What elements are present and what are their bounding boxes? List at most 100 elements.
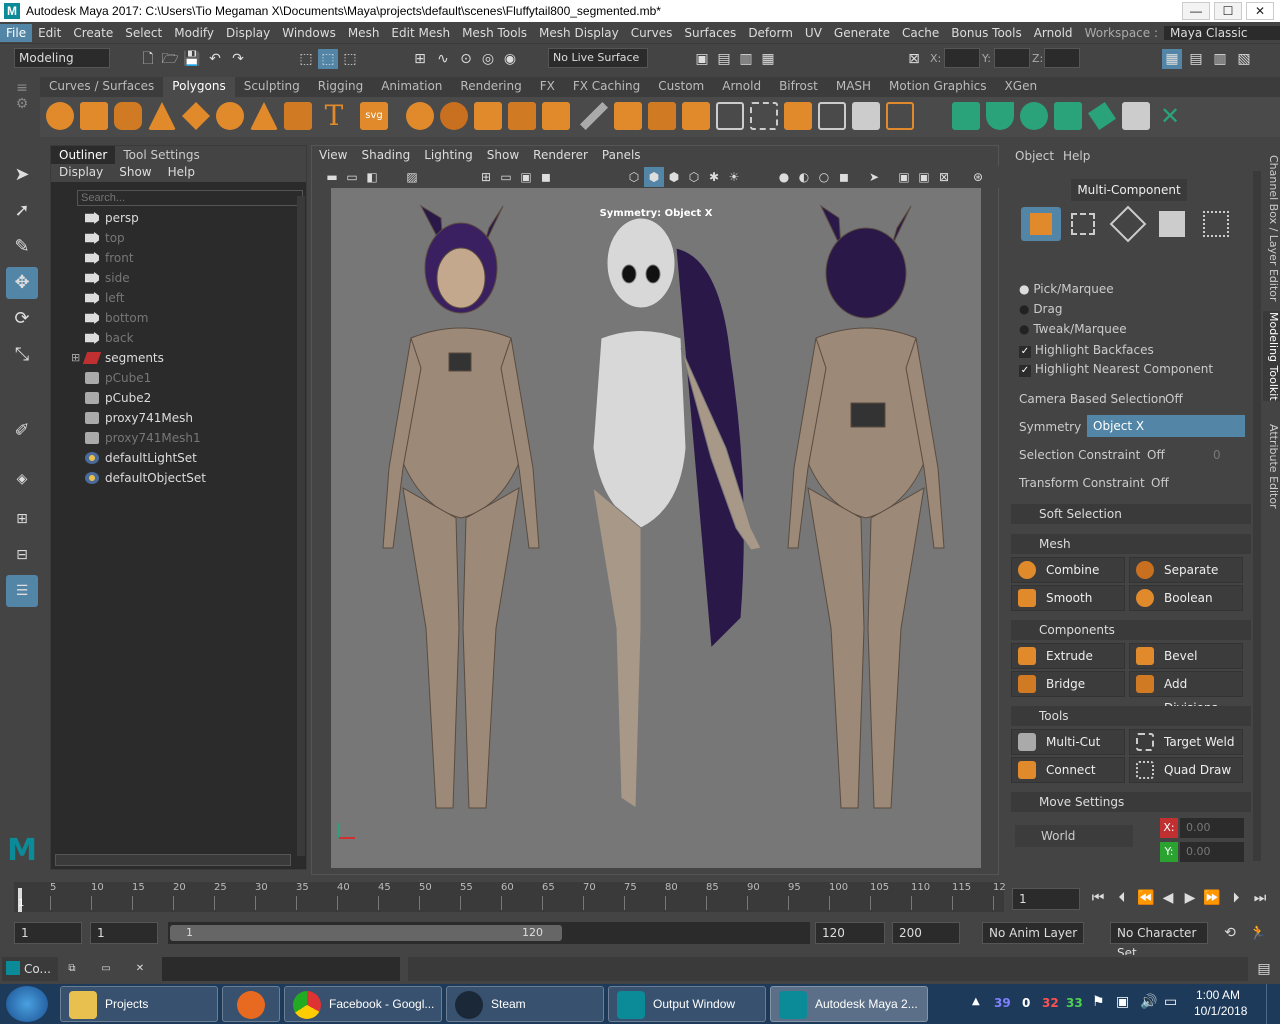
anim-prefs-icon[interactable]: 🏃 — [1248, 923, 1268, 943]
poly-cone-icon[interactable] — [148, 102, 176, 130]
shadows-icon[interactable]: ● — [774, 167, 794, 187]
outliner-scrollbar[interactable] — [297, 196, 305, 856]
go-to-start-icon[interactable]: ⏮ — [1088, 888, 1108, 908]
tools-header[interactable]: Tools — [1011, 706, 1251, 726]
mtk-menu-object[interactable]: Object — [1015, 149, 1054, 163]
antialiasing-icon[interactable]: ○ — [814, 167, 834, 187]
scale-tool-icon[interactable]: ⤡ — [6, 339, 38, 371]
script-editor-icon[interactable]: ▤ — [1254, 959, 1274, 979]
outliner-menu-display[interactable]: Display — [51, 164, 111, 182]
menu-mesh-display[interactable]: Mesh Display — [533, 26, 625, 40]
viewport-canvas[interactable]: Symmetry: Object X — [331, 188, 981, 868]
extrude-button[interactable]: Extrude — [1011, 643, 1125, 669]
tool-settings-toggle-icon[interactable]: ▥ — [1210, 49, 1230, 69]
workspace-dropdown[interactable]: Maya Classic — [1164, 25, 1280, 40]
persp-outliner-icon[interactable]: ⊟ — [6, 539, 38, 571]
highlight-backfaces-checkbox[interactable]: ✓ Highlight Backfaces — [1019, 343, 1154, 358]
taskbar-chrome[interactable]: Facebook - Googl... — [284, 986, 442, 1022]
bridge-button[interactable]: Bridge — [1011, 671, 1125, 697]
selection-constraint-value[interactable]: Off — [1147, 448, 1165, 462]
separate-shelf-icon[interactable] — [440, 102, 468, 130]
taskbar-projects[interactable]: Projects — [60, 986, 218, 1022]
render-icon[interactable]: ▤ — [714, 49, 734, 69]
edge-mode-icon[interactable] — [1109, 205, 1147, 243]
collapse-icon[interactable] — [886, 102, 914, 130]
transform-constraint-value[interactable]: Off — [1151, 476, 1169, 490]
menu-select[interactable]: Select — [119, 26, 168, 40]
live-surface-field[interactable]: No Live Surface — [548, 48, 648, 68]
shelf-tab-fx-caching[interactable]: FX Caching — [564, 77, 649, 97]
poly-plane-icon[interactable] — [182, 102, 210, 130]
move-tool-icon[interactable]: ✥ — [6, 267, 38, 299]
quad-draw-button[interactable]: Quad Draw — [1129, 757, 1243, 783]
outliner-row[interactable]: side — [85, 268, 130, 288]
soft-selection-header[interactable]: Soft Selection — [1011, 504, 1251, 524]
menu-modify[interactable]: Modify — [168, 26, 220, 40]
shelf-tab-rigging[interactable]: Rigging — [309, 77, 372, 97]
outliner-menu-show[interactable]: Show — [111, 164, 159, 182]
new-scene-icon[interactable]: 🗋 — [138, 49, 158, 69]
play-backwards-icon[interactable]: ◀ — [1158, 888, 1178, 908]
x-field[interactable] — [944, 48, 980, 68]
paint-select-tool-icon[interactable]: ✎ — [6, 231, 38, 263]
ipr-render-icon[interactable]: ▥ — [736, 49, 756, 69]
shelf-tab-rendering[interactable]: Rendering — [451, 77, 530, 97]
tweak-marquee-option[interactable]: ● Tweak/Marquee — [1019, 322, 1127, 336]
checker-icon[interactable] — [1122, 102, 1150, 130]
wireframe-on-shaded-icon[interactable]: ⬢ — [664, 167, 684, 187]
object-mode-button[interactable] — [1021, 207, 1061, 241]
close-small-icon[interactable]: ✕ — [130, 959, 150, 979]
four-view-icon[interactable]: ⊞ — [6, 503, 38, 535]
minimize-button[interactable]: — — [1182, 2, 1210, 20]
multi-cut-shelf-icon[interactable] — [580, 102, 608, 130]
resolution-gate-icon[interactable]: ▣ — [516, 167, 536, 187]
taskbar-maya[interactable]: Autodesk Maya 2... — [770, 986, 928, 1022]
end-time-field[interactable]: 200 — [892, 922, 960, 944]
multi-component-button[interactable]: Multi-Component — [1071, 179, 1187, 201]
xray-joints-icon[interactable]: ▣ — [894, 167, 914, 187]
poly-cube-icon[interactable] — [80, 102, 108, 130]
move-space-dropdown[interactable]: World — [1015, 825, 1133, 847]
menu-curves[interactable]: Curves — [625, 26, 679, 40]
merge-icon[interactable] — [818, 102, 846, 130]
menu-mesh-tools[interactable]: Mesh Tools — [456, 26, 533, 40]
poly-torus-icon[interactable] — [216, 102, 244, 130]
menu-windows[interactable]: Windows — [276, 26, 342, 40]
redo-icon[interactable]: ↷ — [228, 49, 248, 69]
camera-selection-value[interactable]: Off — [1165, 392, 1183, 406]
rotate-tool-icon[interactable]: ⟳ — [6, 303, 38, 335]
maximize-small-icon[interactable]: ▭ — [96, 959, 116, 979]
mtk-menu-help[interactable]: Help — [1063, 149, 1090, 163]
action-center-flag-icon[interactable]: ⚑ — [1092, 994, 1105, 1010]
clock-date[interactable]: 10/1/2018 — [1194, 1004, 1247, 1018]
depth-of-field-icon[interactable]: ◼ — [834, 167, 854, 187]
render-settings-icon[interactable]: ▦ — [758, 49, 778, 69]
outliner-row[interactable]: defaultLightSet — [85, 448, 197, 468]
step-forward-key-icon[interactable]: ⏩ — [1202, 888, 1222, 908]
playback-end-field[interactable]: 120 — [815, 922, 885, 944]
outliner-row[interactable]: pCube1 — [85, 368, 151, 388]
planar-uv-icon[interactable] — [952, 102, 980, 130]
step-back-icon[interactable]: ⏴ — [1112, 888, 1132, 908]
range-track[interactable]: 1 120 — [168, 922, 810, 944]
taskbar-output-window[interactable]: Output Window — [608, 986, 766, 1022]
film-gate-icon[interactable]: ▭ — [496, 167, 516, 187]
snap-curve-icon[interactable]: ∿ — [433, 49, 453, 69]
volume-icon[interactable]: 🔊 — [1140, 994, 1157, 1010]
vp-menu-view[interactable]: View — [312, 148, 354, 166]
unfold-uv-icon[interactable]: ✕ — [1156, 102, 1184, 130]
add-divisions-button[interactable]: Add Divisions — [1129, 671, 1243, 715]
start-time-field[interactable]: 1 — [14, 922, 82, 944]
go-to-end-icon[interactable]: ⏭ — [1250, 888, 1270, 908]
outliner-row[interactable]: persp — [85, 208, 139, 228]
step-forward-icon[interactable]: ⏵ — [1226, 888, 1246, 908]
lasso-tool-icon[interactable]: ➚ — [6, 195, 38, 227]
clock-time[interactable]: 1:00 AM — [1196, 988, 1240, 1002]
pick-marquee-option[interactable]: ● Pick/Marquee — [1019, 282, 1114, 296]
shelf-tab-xgen[interactable]: XGen — [996, 77, 1047, 97]
select-object-icon[interactable]: ⬚ — [318, 49, 338, 69]
menu-surfaces[interactable]: Surfaces — [678, 26, 742, 40]
combine-shelf-icon[interactable] — [406, 102, 434, 130]
boolean-shelf-icon[interactable] — [542, 102, 570, 130]
x-axis-value[interactable]: 0.00 — [1180, 818, 1244, 838]
